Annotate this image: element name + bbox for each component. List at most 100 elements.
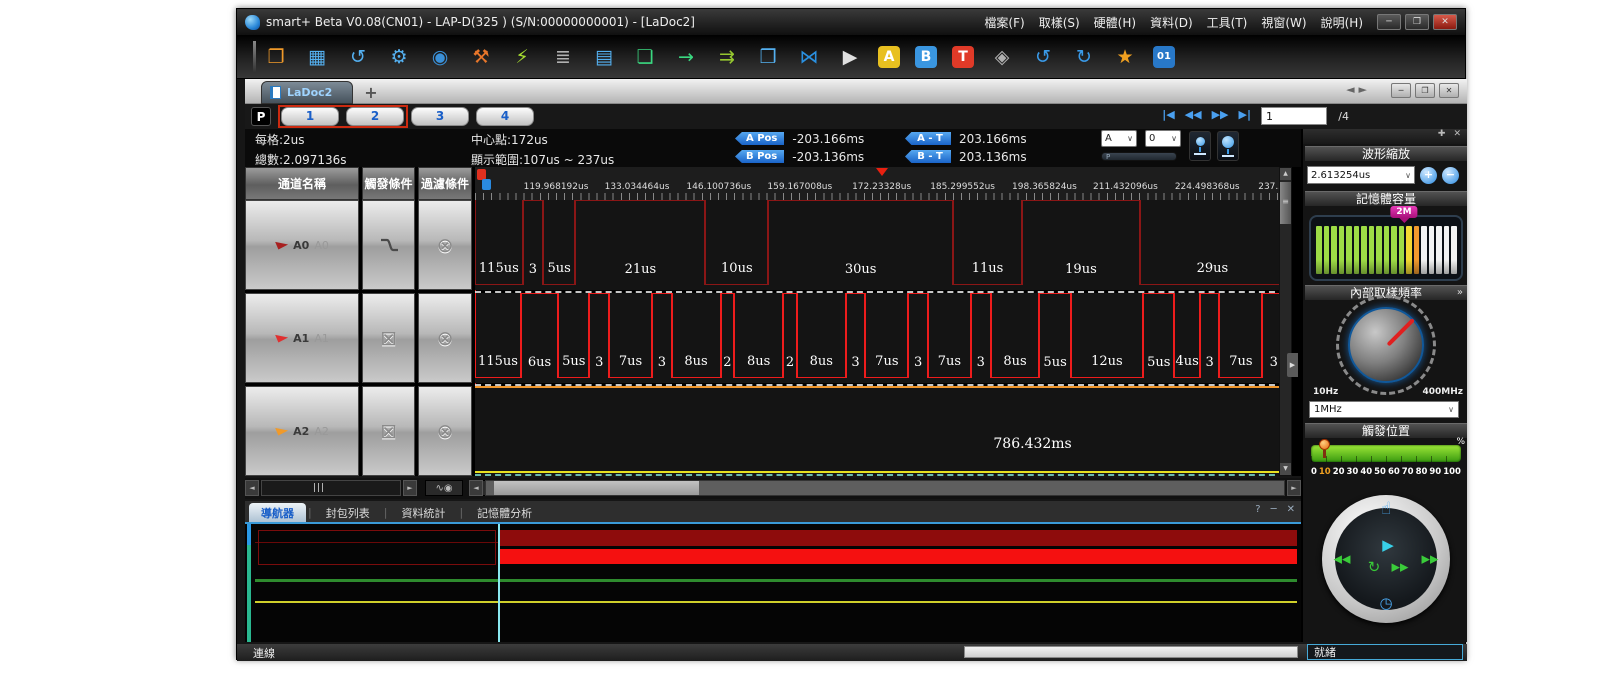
save-icon[interactable]: ▦ <box>304 44 330 70</box>
waveform-snapshot-button[interactable]: ∿◉ <box>425 480 463 496</box>
page-button-4[interactable]: 4 <box>476 107 534 126</box>
page-nav-button-2[interactable]: ▶▶ <box>1212 108 1229 121</box>
zoom-in-icon[interactable]: + <box>1420 167 1437 184</box>
marker-select[interactable]: A∨ <box>1101 130 1137 147</box>
save-back-icon[interactable]: ↺ <box>345 44 371 70</box>
camera-icon[interactable]: ◉ <box>427 44 453 70</box>
header-trigger-condition[interactable]: 觸發條件 <box>362 167 415 200</box>
trigger-marker-icon[interactable] <box>876 168 888 176</box>
menu-item-6[interactable]: 說明(H) <box>1321 14 1363 31</box>
search-next-icon[interactable]: ↻ <box>1071 44 1097 70</box>
flag-b-icon[interactable]: B <box>915 46 937 68</box>
vscroll-thumb[interactable]: ≡ <box>1280 182 1291 224</box>
plug-icon[interactable]: ⋈ <box>796 44 822 70</box>
header-channel-name[interactable]: 通道名稱 <box>245 167 359 200</box>
doc-close-button[interactable]: ✕ <box>1439 83 1459 98</box>
menu-item-0[interactable]: 檔案(F) <box>984 14 1024 31</box>
close-button[interactable]: ✕ <box>1433 14 1457 30</box>
doc-restore-button[interactable]: ❐ <box>1415 83 1435 98</box>
menu-item-3[interactable]: 資料(D) <box>1150 14 1193 31</box>
add-tab-button[interactable]: + <box>361 84 381 102</box>
tag-icon[interactable]: ◈ <box>989 44 1015 70</box>
waveform-A1[interactable]: 115us6us5us37us38us28us28us37us37us38us5… <box>475 293 1285 383</box>
panel-minimize-icon[interactable]: ─ <box>1271 504 1277 515</box>
menu-item-2[interactable]: 硬體(H) <box>1094 14 1136 31</box>
refresh-icon[interactable]: ↻ <box>1368 558 1381 576</box>
page-button-3[interactable]: 3 <box>411 107 469 126</box>
play-icon[interactable]: ▶ <box>1382 536 1394 554</box>
panel-close-icon[interactable]: ✕ <box>1287 504 1295 515</box>
waveform-A2[interactable]: 786.432ms <box>475 386 1285 476</box>
import-grid-icon[interactable]: ⇉ <box>714 44 740 70</box>
name-scroll-left-icon[interactable]: ◄ <box>245 480 259 496</box>
waveform-vscrollbar[interactable]: ▲ ≡ ▼ <box>1279 167 1292 476</box>
channel-name-cell-A2[interactable]: A2A2 <box>245 386 359 476</box>
frequency-select[interactable]: 1MHz∨ <box>1309 401 1459 418</box>
page-list-button[interactable]: P <box>251 107 271 126</box>
trigger-pin-icon[interactable] <box>1319 439 1330 453</box>
instrument-icon[interactable]: ▤ <box>591 44 617 70</box>
bottom-tab-3[interactable]: 記憶體分析 <box>465 503 544 522</box>
channel-name-cell-A0[interactable]: A0A0 <box>245 200 359 290</box>
pad-left-icon[interactable]: ◀◀ <box>1334 553 1351 566</box>
chevrons-icon[interactable]: » <box>1457 286 1463 300</box>
layout-icon[interactable]: ❏ <box>632 44 658 70</box>
b-marker-icon[interactable] <box>482 179 491 190</box>
name-scroll-right-icon[interactable]: ► <box>403 480 417 496</box>
bottom-tab-0[interactable]: 導航器 <box>249 503 306 522</box>
hand-icon[interactable]: ☝ <box>1381 499 1391 519</box>
flag-t-icon[interactable]: T <box>952 46 974 68</box>
tab-scroll-arrows[interactable]: ◄► <box>1346 83 1371 96</box>
documents-icon[interactable]: ❒ <box>755 44 781 70</box>
zoom-out-icon[interactable]: − <box>1442 167 1459 184</box>
page-nav-button-1[interactable]: ◀◀ <box>1185 108 1202 121</box>
export-icon[interactable]: → <box>673 44 699 70</box>
save-config-icon[interactable]: ⚙ <box>386 44 412 70</box>
page-number-input[interactable]: 1 <box>1261 107 1327 125</box>
minimize-button[interactable]: ─ <box>1377 14 1401 30</box>
scroll-up-icon[interactable]: ▲ <box>1280 168 1291 180</box>
binary-icon[interactable]: 01 <box>1153 46 1175 68</box>
trigger-condition-A2[interactable]: ⊠ <box>362 386 415 476</box>
tools-icon[interactable]: ⚒ <box>468 44 494 70</box>
navigator-view-rect[interactable] <box>258 530 496 565</box>
value-select[interactable]: 0∨ <box>1145 130 1181 147</box>
doc-minimize-button[interactable]: ─ <box>1391 83 1411 98</box>
frequency-knob[interactable] <box>1348 307 1424 383</box>
pin-marker-button-1[interactable] <box>1189 131 1211 161</box>
name-scrollbar[interactable]: ||| <box>261 480 401 496</box>
scroll-down-icon[interactable]: ▼ <box>1280 463 1291 475</box>
pad-right-icon[interactable]: ▶▶ <box>1422 553 1439 566</box>
open-folder-icon[interactable]: ❐ <box>263 44 289 70</box>
time-ruler[interactable]: 237.5 119.968192us133.034464us146.100736… <box>475 167 1285 200</box>
page-nav-button-0[interactable]: |◀ <box>1162 108 1174 121</box>
flag-a-icon[interactable]: A <box>878 46 900 68</box>
filter-condition-A1[interactable]: ⊗ <box>418 293 472 383</box>
tab-ladoc2[interactable]: LaDoc2 <box>261 81 353 104</box>
search-prev-icon[interactable]: ↺ <box>1030 44 1056 70</box>
filter-condition-A0[interactable]: ⊗ <box>418 200 472 290</box>
header-filter-condition[interactable]: 過濾條件 <box>418 167 472 200</box>
menu-item-5[interactable]: 視窗(W) <box>1261 14 1306 31</box>
navigator-vscrollbar[interactable] <box>247 524 251 642</box>
trigger-condition-A0[interactable] <box>362 200 415 290</box>
page-nav-button-3[interactable]: ▶| <box>1239 108 1251 121</box>
wave-scroll-right-icon[interactable]: ► <box>1287 480 1301 496</box>
waveform-hscrollbar[interactable] <box>485 480 1285 496</box>
wave-scroll-thumb[interactable] <box>494 481 699 495</box>
pin-icon[interactable]: ✚ <box>1438 129 1446 144</box>
wave-scroll-left-icon[interactable]: ◄ <box>469 480 483 496</box>
menu-item-4[interactable]: 工具(T) <box>1207 14 1248 31</box>
lightning-icon[interactable]: ⚡ <box>509 44 535 70</box>
fast-forward-icon[interactable]: ▶▶ <box>1392 561 1409 574</box>
channel-name-cell-A1[interactable]: A1A1 <box>245 293 359 383</box>
video-icon[interactable]: ▶ <box>837 44 863 70</box>
menu-item-1[interactable]: 取樣(S) <box>1039 14 1080 31</box>
clock-icon[interactable]: ◷ <box>1379 594 1392 612</box>
database-icon[interactable]: ≣ <box>550 44 576 70</box>
sidebar-close-icon[interactable]: ✕ <box>1453 129 1461 144</box>
filter-condition-A2[interactable]: ⊗ <box>418 386 472 476</box>
trigger-condition-A1[interactable]: ⊠ <box>362 293 415 383</box>
navigator-view[interactable] <box>245 524 1301 642</box>
bottom-tab-2[interactable]: 資料統計 <box>389 503 457 522</box>
